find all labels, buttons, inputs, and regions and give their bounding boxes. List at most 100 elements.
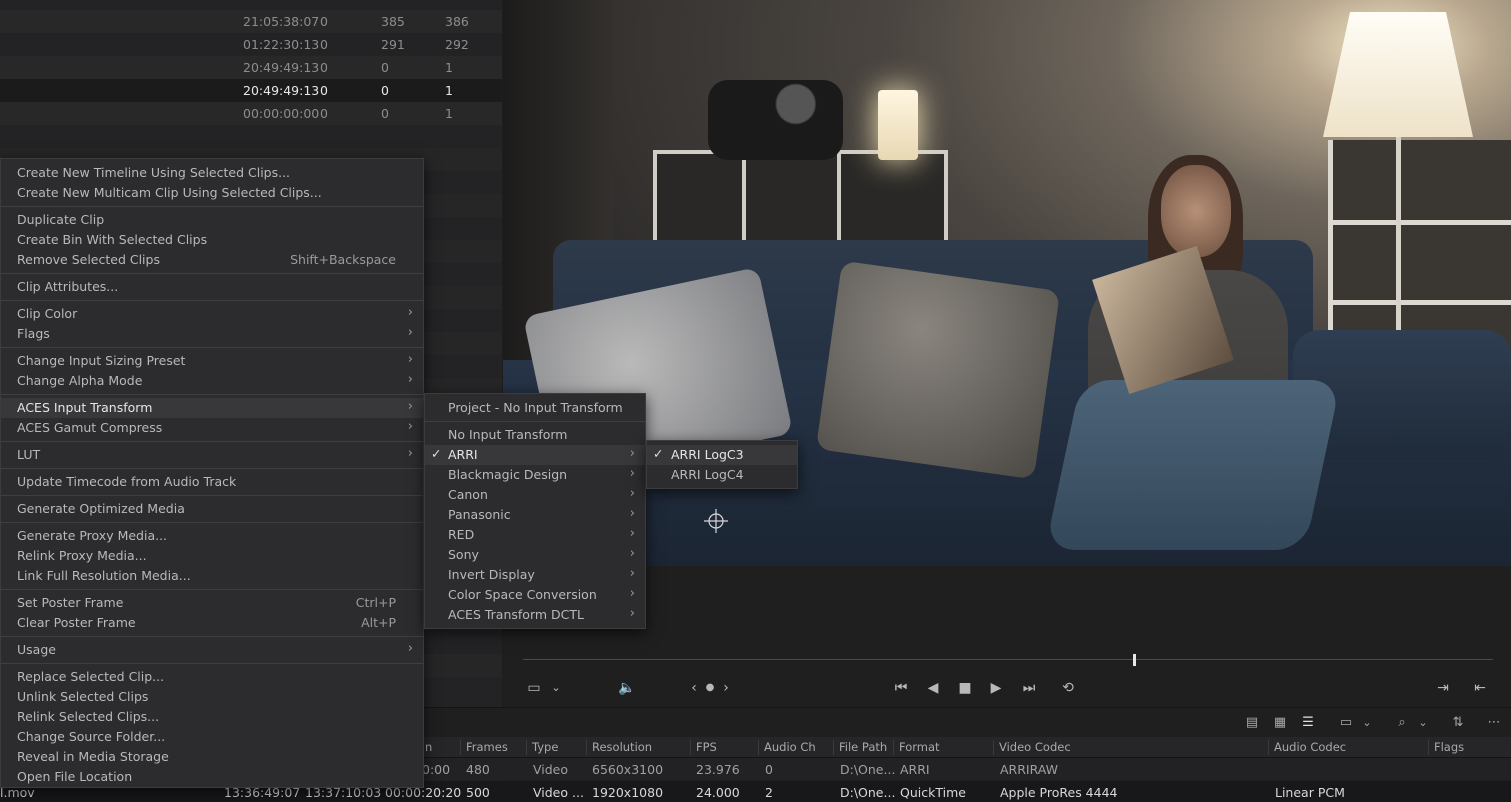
column-header[interactable]: File Path bbox=[833, 740, 887, 755]
menu-item-aces-transform-dctl[interactable]: ACES Transform DCTL › bbox=[425, 605, 645, 625]
table-row[interactable]: 20:49:49:13 0 0 1 bbox=[0, 56, 502, 79]
menu-item-color-space-conversion[interactable]: Color Space Conversion › bbox=[425, 585, 645, 605]
menu-item-arri-logc4[interactable]: ARRI LogC4 bbox=[647, 465, 797, 485]
menu-item-red[interactable]: RED › bbox=[425, 525, 645, 545]
menu-item-reveal-media-storage[interactable]: Reveal in Media Storage bbox=[1, 747, 423, 767]
menu-item-label: ARRI LogC3 bbox=[671, 447, 744, 462]
chevron-down-icon[interactable]: ⌄ bbox=[1360, 715, 1374, 731]
menu-item-generate-optimized[interactable]: Generate Optimized Media bbox=[1, 499, 423, 519]
menu-item-invert-display[interactable]: Invert Display › bbox=[425, 565, 645, 585]
jog-dot-icon[interactable]: ● bbox=[703, 679, 717, 697]
viewer-panel: ▭ ⌄ 🔈 ‹ ● › ⏮ ◀ ■ ▶ ⏭ ⟲ ⇥ ⇤ bbox=[503, 0, 1511, 710]
menu-item-alpha-mode[interactable]: Change Alpha Mode › bbox=[1, 371, 423, 391]
more-options-icon[interactable]: ⋯ bbox=[1484, 715, 1504, 731]
jog-left-icon[interactable]: ‹ bbox=[687, 679, 701, 697]
metadata-view-icon[interactable]: ▤ bbox=[1242, 715, 1262, 731]
menu-item-create-bin[interactable]: Create Bin With Selected Clips bbox=[1, 230, 423, 250]
menu-item-duplicate-clip[interactable]: Duplicate Clip bbox=[1, 210, 423, 230]
column-header[interactable]: Video Codec bbox=[993, 740, 1071, 755]
menu-item-relink-clips[interactable]: Relink Selected Clips... bbox=[1, 707, 423, 727]
search-icon[interactable]: ⌕ bbox=[1392, 715, 1412, 731]
file-path-cell: D:\One... bbox=[840, 762, 896, 777]
menu-item-create-multicam[interactable]: Create New Multicam Clip Using Selected … bbox=[1, 183, 423, 203]
column-header[interactable]: FPS bbox=[690, 740, 717, 755]
cell: 291 bbox=[381, 37, 405, 52]
menu-separator bbox=[1, 522, 423, 523]
menu-item-aces-gamut-compress[interactable]: ACES Gamut Compress › bbox=[1, 418, 423, 438]
menu-item-create-timeline[interactable]: Create New Timeline Using Selected Clips… bbox=[1, 163, 423, 183]
menu-item-arri-logc3[interactable]: ✓ ARRI LogC3 bbox=[647, 445, 797, 465]
menu-item-link-full-res[interactable]: Link Full Resolution Media... bbox=[1, 566, 423, 586]
column-header[interactable]: Type bbox=[526, 740, 558, 755]
play-reverse-icon[interactable]: ◀ bbox=[923, 679, 943, 697]
thumbnail-view-icon[interactable]: ▦ bbox=[1270, 715, 1290, 731]
column-header[interactable]: Frames bbox=[460, 740, 508, 755]
column-header[interactable]: Audio Ch bbox=[758, 740, 816, 755]
chevron-down-icon[interactable]: ⌄ bbox=[549, 679, 563, 697]
menu-item-generate-proxy[interactable]: Generate Proxy Media... bbox=[1, 526, 423, 546]
scene-table-lamp bbox=[878, 90, 918, 160]
next-clip-icon[interactable]: ⇥ bbox=[1433, 679, 1453, 697]
table-row[interactable]: 00:00:00:00 0 0 1 bbox=[0, 102, 502, 125]
table-row[interactable]: 01:22:30:13 0 291 292 bbox=[0, 33, 502, 56]
scrubber-bar[interactable] bbox=[523, 659, 1493, 660]
clip-size-icon[interactable]: ▭ bbox=[1336, 715, 1356, 731]
menu-item-no-input-transform[interactable]: No Input Transform bbox=[425, 425, 645, 445]
menu-item-update-timecode[interactable]: Update Timecode from Audio Track bbox=[1, 472, 423, 492]
column-header[interactable]: Audio Codec bbox=[1268, 740, 1346, 755]
menu-item-remove-clips[interactable]: Remove Selected Clips Shift+Backspace bbox=[1, 250, 423, 270]
menu-item-blackmagic-design[interactable]: Blackmagic Design › bbox=[425, 465, 645, 485]
menu-item-canon[interactable]: Canon › bbox=[425, 485, 645, 505]
menu-item-relink-proxy[interactable]: Relink Proxy Media... bbox=[1, 546, 423, 566]
cell: 292 bbox=[445, 37, 469, 52]
previous-clip-icon[interactable]: ⇤ bbox=[1470, 679, 1490, 697]
menu-item-project-no-input-transform[interactable]: Project - No Input Transform bbox=[425, 398, 645, 418]
chevron-right-icon: › bbox=[629, 506, 635, 521]
menu-item-arri[interactable]: ✓ ARRI › bbox=[425, 445, 645, 465]
chevron-right-icon: › bbox=[629, 606, 635, 621]
table-row[interactable]: 21:05:38:07 0 385 386 bbox=[0, 10, 502, 33]
menu-item-clip-attributes[interactable]: Clip Attributes... bbox=[1, 277, 423, 297]
column-header[interactable]: Flags bbox=[1428, 740, 1464, 755]
table-row-selected[interactable]: 20:49:49:13 0 0 1 bbox=[0, 79, 502, 102]
menu-item-panasonic[interactable]: Panasonic › bbox=[425, 505, 645, 525]
menu-item-clip-color[interactable]: Clip Color › bbox=[1, 304, 423, 324]
menu-item-aces-input-transform[interactable]: ACES Input Transform › bbox=[1, 398, 423, 418]
menu-item-flags[interactable]: Flags › bbox=[1, 324, 423, 344]
chevron-down-icon[interactable]: ⌄ bbox=[1416, 715, 1430, 731]
menu-item-open-file-location[interactable]: Open File Location bbox=[1, 767, 423, 787]
menu-item-sony[interactable]: Sony › bbox=[425, 545, 645, 565]
menu-item-label: Duplicate Clip bbox=[17, 212, 105, 227]
file-path-cell: D:\One... bbox=[840, 785, 896, 800]
list-view-icon[interactable]: ☰ bbox=[1298, 715, 1318, 731]
stop-icon[interactable]: ■ bbox=[955, 679, 975, 697]
menu-item-unlink-clips[interactable]: Unlink Selected Clips bbox=[1, 687, 423, 707]
volume-icon[interactable]: 🔈 bbox=[617, 679, 637, 697]
menu-item-label: ARRI LogC4 bbox=[671, 467, 744, 482]
go-to-first-frame-icon[interactable]: ⏮ bbox=[889, 679, 913, 697]
video-codec-cell: ARRIRAW bbox=[1000, 762, 1059, 777]
menu-item-label: Create New Multicam Clip Using Selected … bbox=[17, 185, 322, 200]
playhead[interactable] bbox=[1133, 654, 1137, 666]
menu-item-clear-poster[interactable]: Clear Poster Frame Alt+P bbox=[1, 613, 423, 633]
play-icon[interactable]: ▶ bbox=[986, 679, 1006, 697]
menu-item-label: Clear Poster Frame bbox=[17, 615, 136, 630]
menu-item-change-source-folder[interactable]: Change Source Folder... bbox=[1, 727, 423, 747]
sort-icon[interactable]: ⇅ bbox=[1448, 715, 1468, 731]
frames-cell: 500 bbox=[466, 785, 490, 800]
jog-right-icon[interactable]: › bbox=[719, 679, 733, 697]
timecode-cell: 20:49:49:13 bbox=[243, 60, 320, 75]
loop-icon[interactable]: ⟲ bbox=[1057, 679, 1079, 697]
column-header[interactable]: Resolution bbox=[586, 740, 652, 755]
menu-item-input-sizing[interactable]: Change Input Sizing Preset › bbox=[1, 351, 423, 371]
crosshair-icon[interactable] bbox=[704, 509, 728, 533]
menu-item-usage[interactable]: Usage › bbox=[1, 640, 423, 660]
duration-cell: 0:00 bbox=[422, 762, 451, 777]
menu-item-label: ACES Transform DCTL bbox=[448, 607, 584, 622]
viewer-mode-icon[interactable]: ▭ bbox=[523, 679, 545, 697]
menu-item-lut[interactable]: LUT › bbox=[1, 445, 423, 465]
go-to-last-frame-icon[interactable]: ⏭ bbox=[1017, 679, 1041, 697]
menu-item-replace-clip[interactable]: Replace Selected Clip... bbox=[1, 667, 423, 687]
column-header[interactable]: Format bbox=[893, 740, 940, 755]
menu-item-set-poster[interactable]: Set Poster Frame Ctrl+P bbox=[1, 593, 423, 613]
